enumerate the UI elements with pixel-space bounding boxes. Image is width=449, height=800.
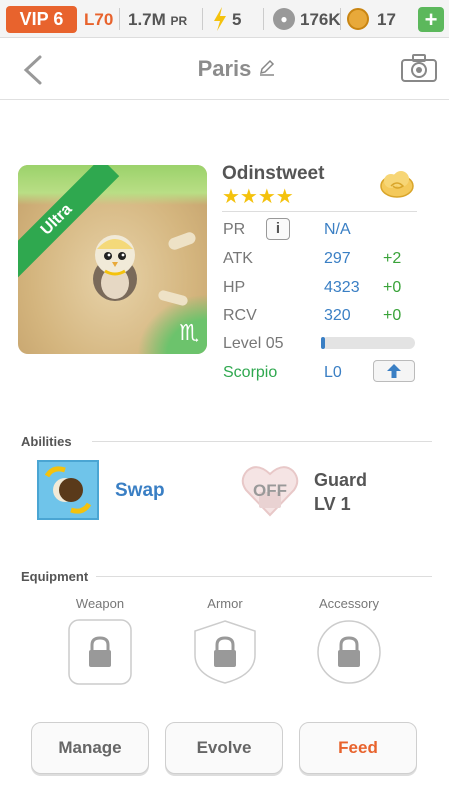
accessory-slot[interactable] [317,619,381,685]
player-pr: 1.7M PR [128,10,187,30]
header: Paris [0,38,449,100]
paw-icon: ● [273,8,295,30]
pet-owl-image [93,235,137,301]
feed-button[interactable]: Feed [299,722,417,774]
title-wrap: Paris [0,56,449,82]
evolution-cloud-icon[interactable] [379,168,415,200]
level-progress-bar [321,337,415,349]
divider [119,8,120,30]
divider [222,211,417,212]
pr-label: PR [223,221,246,238]
atk-value: 297 [324,250,351,267]
arrow-up-icon [387,364,401,378]
vip-label: VIP 6 [19,9,64,29]
add-currency-button[interactable]: + [418,7,444,32]
divider [202,8,203,30]
weapon-label: Weapon [75,596,125,611]
zodiac-upgrade-button[interactable] [373,360,415,382]
level-label: Level 05 [223,335,284,352]
page-title: Paris [197,56,252,81]
pet-portrait[interactable]: Ultra ♏ [18,165,207,354]
status-bar: VIP 6 L70 1.7M PR 5 ● 176K 17 + [0,0,449,38]
camera-icon[interactable] [401,54,437,82]
divider [340,8,341,30]
rcv-bonus: +0 [383,307,402,324]
atk-bonus: +2 [383,250,402,267]
bone-decoration [166,230,198,252]
divider [92,441,432,442]
player-level: L70 [84,10,114,29]
coin-count: 17 [377,10,396,29]
rcv-label: RCV [223,307,257,324]
abilities-title: Abilities [21,434,72,449]
equipment-title: Equipment [21,569,89,584]
guard-ability-icon[interactable]: OFF [239,460,301,520]
pr-info-button[interactable]: i [266,218,290,240]
lightning-icon [214,7,226,31]
pr-value: 1.7M [128,10,166,29]
hp-label: HP [223,279,246,296]
zodiac-label[interactable]: Scorpio [223,364,277,382]
edit-pencil-icon[interactable] [258,58,276,76]
energy-count: 5 [232,10,242,29]
divider [96,576,432,577]
swap-ability-icon[interactable] [37,460,99,520]
guard-state-label: OFF [253,481,287,500]
pr-value: N/A [324,221,351,238]
atk-label: ATK [223,250,253,267]
rcv-value: 320 [324,307,351,324]
hp-bonus: +0 [383,279,402,296]
paw-count: 176K [300,10,341,29]
accessory-label: Accessory [319,596,379,611]
coin-icon [347,8,369,30]
hp-value: 4323 [324,279,360,296]
pr-unit: PR [170,14,188,28]
evolve-button[interactable]: Evolve [165,722,283,774]
star-rating: ★★★★ [222,186,294,208]
weapon-slot[interactable] [68,619,132,685]
zodiac-sign-icon: ♏ [179,320,199,345]
passive-ability-level: LV 1 [314,494,351,514]
level-progress-fill [321,337,325,349]
zodiac-level: L0 [324,364,342,381]
manage-button[interactable]: Manage [31,722,149,774]
active-ability-name[interactable]: Swap [115,480,165,502]
passive-ability-name: Guard [314,470,368,490]
swap-icon [44,466,92,514]
vip-badge[interactable]: VIP 6 [6,6,77,33]
armor-label: Armor [207,596,243,611]
armor-slot[interactable] [193,619,257,685]
pet-name: Odinstweet [222,163,325,184]
divider [263,8,264,30]
